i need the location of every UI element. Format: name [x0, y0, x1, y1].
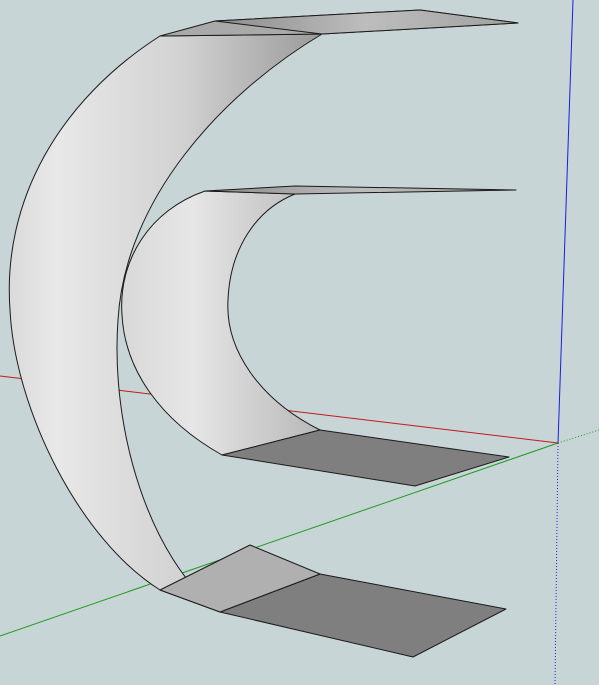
- blue-axis-dotted: [554, 442, 559, 685]
- modeling-viewport[interactable]: [0, 0, 599, 685]
- small-ribbon-curved-face[interactable]: [121, 190, 321, 456]
- blue-axis-line: [557, 0, 574, 444]
- small-ribbon-top-flange[interactable]: [204, 185, 517, 195]
- 3d-scene-canvas[interactable]: [0, 0, 599, 685]
- green-axis-dotted: [557, 429, 599, 444]
